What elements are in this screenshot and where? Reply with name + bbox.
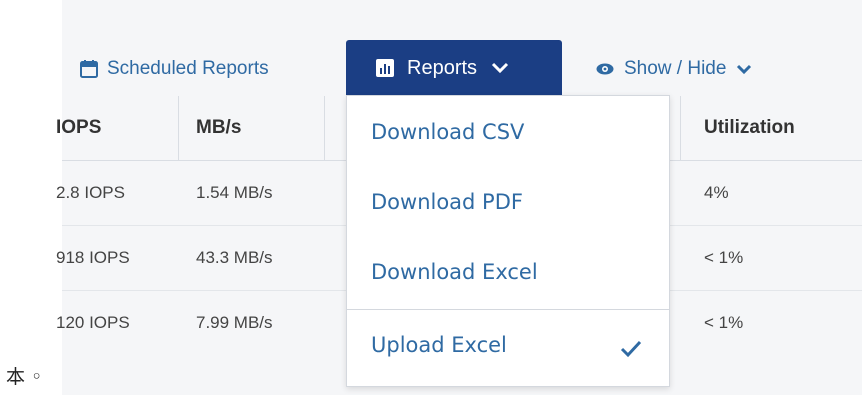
- checkmark-icon: [620, 340, 642, 358]
- reports-dropdown-menu: Download CSV Download PDF Download Excel…: [346, 95, 670, 387]
- column-divider: [324, 96, 325, 160]
- menu-item-download-csv[interactable]: Download CSV: [371, 120, 524, 144]
- utilization-cell: < 1%: [704, 313, 744, 332]
- mbs-cell: 1.54 MB/s: [196, 183, 273, 202]
- show-hide-button[interactable]: Show / Hide: [596, 58, 752, 80]
- calendar-icon: [80, 60, 98, 78]
- column-header-utilization[interactable]: Utilization: [704, 96, 795, 160]
- menu-item-download-pdf[interactable]: Download PDF: [371, 190, 523, 214]
- chevron-down-icon: [491, 62, 509, 74]
- bar-chart-icon: [376, 59, 394, 77]
- mbs-cell: 7.99 MB/s: [196, 313, 273, 332]
- column-divider: [680, 96, 681, 160]
- show-hide-label: Show / Hide: [624, 58, 727, 79]
- mbs-cell: 43.3 MB/s: [196, 248, 273, 267]
- utilization-cell: < 1%: [704, 248, 744, 267]
- iops-cell: 918 IOPS: [56, 248, 130, 267]
- iops-cell: 120 IOPS: [56, 313, 130, 332]
- utilization-cell: 4%: [704, 183, 729, 202]
- iops-cell: 2.8 IOPS: [56, 183, 125, 202]
- chevron-down-icon: [737, 64, 752, 74]
- column-divider: [178, 96, 179, 160]
- scheduled-reports-label: Scheduled Reports: [107, 58, 269, 79]
- column-header-mbs[interactable]: MB/s: [196, 96, 241, 160]
- reports-button[interactable]: Reports: [346, 40, 562, 96]
- eye-icon: [596, 63, 614, 75]
- scheduled-reports-button[interactable]: Scheduled Reports: [80, 58, 269, 80]
- menu-item-upload-excel[interactable]: Upload Excel: [371, 333, 507, 357]
- column-header-iops[interactable]: IOPS: [56, 96, 101, 160]
- menu-divider: [347, 309, 669, 310]
- toolbar: Scheduled Reports Reports Show / Hide: [62, 0, 862, 96]
- reports-label: Reports: [407, 56, 478, 79]
- menu-item-download-excel[interactable]: Download Excel: [371, 260, 538, 284]
- side-text: 本 ◦: [6, 366, 43, 388]
